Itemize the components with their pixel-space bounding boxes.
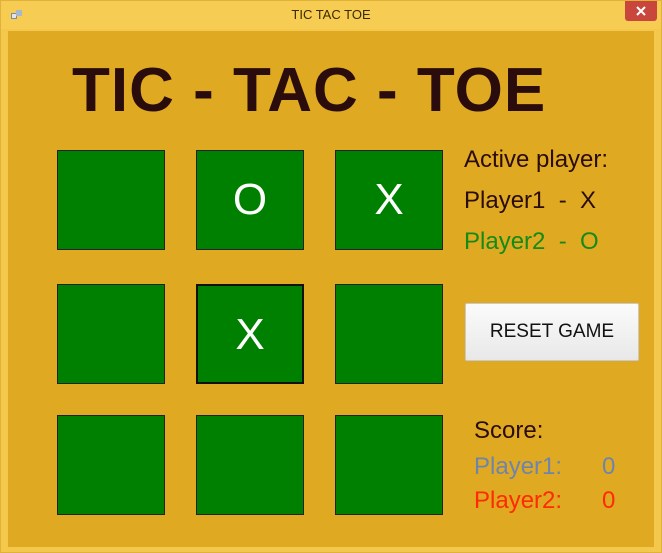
board-cell-1-0[interactable] xyxy=(57,284,165,384)
board-cell-2-2[interactable] xyxy=(335,415,443,515)
player2-marker: Player2 - O xyxy=(464,228,599,255)
close-button[interactable] xyxy=(625,1,657,21)
game-title: TIC - TAC - TOE xyxy=(72,56,547,125)
player2-score: Player2: 0 xyxy=(474,487,615,515)
reset-game-button[interactable]: RESET GAME xyxy=(465,303,639,361)
player1-score: Player1: 0 xyxy=(474,453,615,481)
app-window: TIC TAC TOE TIC - TAC - TOE O X X Active… xyxy=(0,0,662,553)
board-cell-2-1[interactable] xyxy=(196,415,304,515)
board-cell-2-0[interactable] xyxy=(57,415,165,515)
player1-marker: Player1 - X xyxy=(464,187,597,214)
active-player-label: Active player: xyxy=(464,146,609,173)
board-cell-0-1[interactable]: O xyxy=(196,150,304,250)
board-cell-0-2[interactable]: X xyxy=(335,150,443,250)
board-cell-0-0[interactable] xyxy=(57,150,165,250)
player1-score-name: Player1: xyxy=(474,453,563,480)
window-title: TIC TAC TOE xyxy=(291,7,371,22)
board-cell-1-2[interactable] xyxy=(335,284,443,384)
score-label: Score: xyxy=(474,417,544,444)
player1-score-value: 0 xyxy=(602,453,616,480)
player2-score-name: Player2: xyxy=(474,487,563,514)
player2-score-value: 0 xyxy=(602,487,616,514)
game-panel: TIC - TAC - TOE O X X Active player: Pla… xyxy=(8,31,654,547)
close-icon xyxy=(636,6,646,16)
title-bar[interactable]: TIC TAC TOE xyxy=(1,1,661,29)
board-cell-1-1[interactable]: X xyxy=(196,284,304,384)
